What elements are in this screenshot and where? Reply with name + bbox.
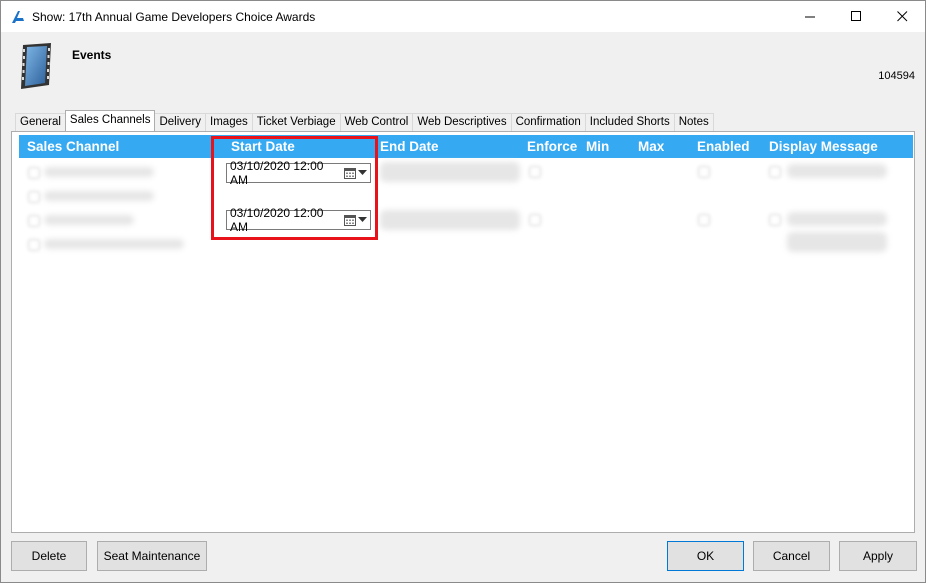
tab-ticket-verbiage[interactable]: Ticket Verbiage bbox=[251, 113, 341, 131]
tab-web-descriptives[interactable]: Web Descriptives bbox=[412, 113, 512, 131]
column-min[interactable]: Min bbox=[586, 139, 609, 154]
minimize-button[interactable] bbox=[787, 1, 833, 32]
delete-button[interactable]: Delete bbox=[11, 541, 87, 571]
window-title: Show: 17th Annual Game Developers Choice… bbox=[32, 9, 316, 24]
column-start-date[interactable]: Start Date bbox=[231, 139, 295, 154]
row-checkbox[interactable] bbox=[28, 167, 40, 179]
tab-included-shorts[interactable]: Included Shorts bbox=[584, 113, 675, 131]
tab-delivery[interactable]: Delivery bbox=[154, 113, 207, 131]
maximize-icon bbox=[850, 11, 861, 21]
cancel-button[interactable]: Cancel bbox=[753, 541, 830, 571]
seat-maintenance-button[interactable]: Seat Maintenance bbox=[97, 541, 207, 571]
app-logo-icon bbox=[12, 10, 24, 23]
calendar-icon bbox=[344, 214, 356, 226]
row-checkbox[interactable] bbox=[28, 239, 40, 251]
display-message-checkbox[interactable] bbox=[769, 214, 781, 226]
redacted-end-date bbox=[380, 210, 520, 230]
minimize-icon bbox=[804, 16, 815, 18]
calendar-icon bbox=[344, 167, 356, 179]
start-date-picker[interactable]: 03/10/2020 12:00 AM bbox=[226, 206, 371, 234]
chevron-down-icon bbox=[358, 217, 367, 222]
column-display-message[interactable]: Display Message bbox=[769, 139, 878, 154]
column-end-date[interactable]: End Date bbox=[380, 139, 439, 154]
tab-strip: General Sales Channels Delivery Images T… bbox=[15, 110, 714, 131]
page-title: Events bbox=[72, 48, 112, 62]
chevron-down-icon bbox=[358, 170, 367, 175]
display-message-checkbox[interactable] bbox=[769, 166, 781, 178]
redacted-channel-name bbox=[44, 215, 134, 225]
ok-button[interactable]: OK bbox=[667, 541, 744, 571]
tab-images[interactable]: Images bbox=[205, 113, 253, 131]
column-enabled[interactable]: Enabled bbox=[697, 139, 750, 154]
window-controls bbox=[787, 1, 925, 32]
tab-confirmation[interactable]: Confirmation bbox=[510, 113, 586, 131]
redacted-channel-name bbox=[44, 191, 154, 201]
redacted-message bbox=[787, 164, 887, 178]
row-checkbox[interactable] bbox=[28, 191, 40, 203]
title-bar: Show: 17th Annual Game Developers Choice… bbox=[1, 1, 925, 32]
enforce-checkbox[interactable] bbox=[529, 166, 541, 178]
tab-notes[interactable]: Notes bbox=[673, 113, 714, 131]
close-icon bbox=[896, 11, 907, 22]
redacted-message bbox=[787, 212, 887, 226]
redacted-end-date bbox=[380, 162, 520, 182]
film-strip-icon bbox=[21, 43, 51, 89]
redacted-message bbox=[787, 232, 887, 252]
start-date-value: 03/10/2020 12:00 AM bbox=[230, 159, 324, 187]
column-max[interactable]: Max bbox=[638, 139, 664, 154]
row-checkbox[interactable] bbox=[28, 215, 40, 227]
tab-sales-channels[interactable]: Sales Channels bbox=[64, 110, 156, 131]
enabled-checkbox[interactable] bbox=[698, 214, 710, 226]
apply-button[interactable]: Apply bbox=[839, 541, 917, 571]
start-date-value: 03/10/2020 12:00 AM bbox=[230, 206, 324, 234]
start-date-picker[interactable]: 03/10/2020 12:00 AM bbox=[226, 159, 371, 187]
redacted-channel-name bbox=[44, 239, 184, 249]
column-sales-channel[interactable]: Sales Channel bbox=[27, 139, 119, 154]
record-id: 104594 bbox=[878, 70, 915, 82]
column-enforce[interactable]: Enforce bbox=[527, 139, 577, 154]
redacted-channel-name bbox=[44, 167, 154, 177]
show-dialog-window: Show: 17th Annual Game Developers Choice… bbox=[0, 0, 926, 583]
enabled-checkbox[interactable] bbox=[698, 166, 710, 178]
grid-header: Sales Channel Start Date End Date Enforc… bbox=[19, 135, 913, 158]
tab-general[interactable]: General bbox=[15, 113, 66, 131]
maximize-button[interactable] bbox=[833, 1, 879, 32]
enforce-checkbox[interactable] bbox=[529, 214, 541, 226]
close-button[interactable] bbox=[879, 1, 925, 32]
sales-channels-panel: Sales Channel Start Date End Date Enforc… bbox=[11, 131, 915, 533]
tab-web-control[interactable]: Web Control bbox=[339, 113, 414, 131]
